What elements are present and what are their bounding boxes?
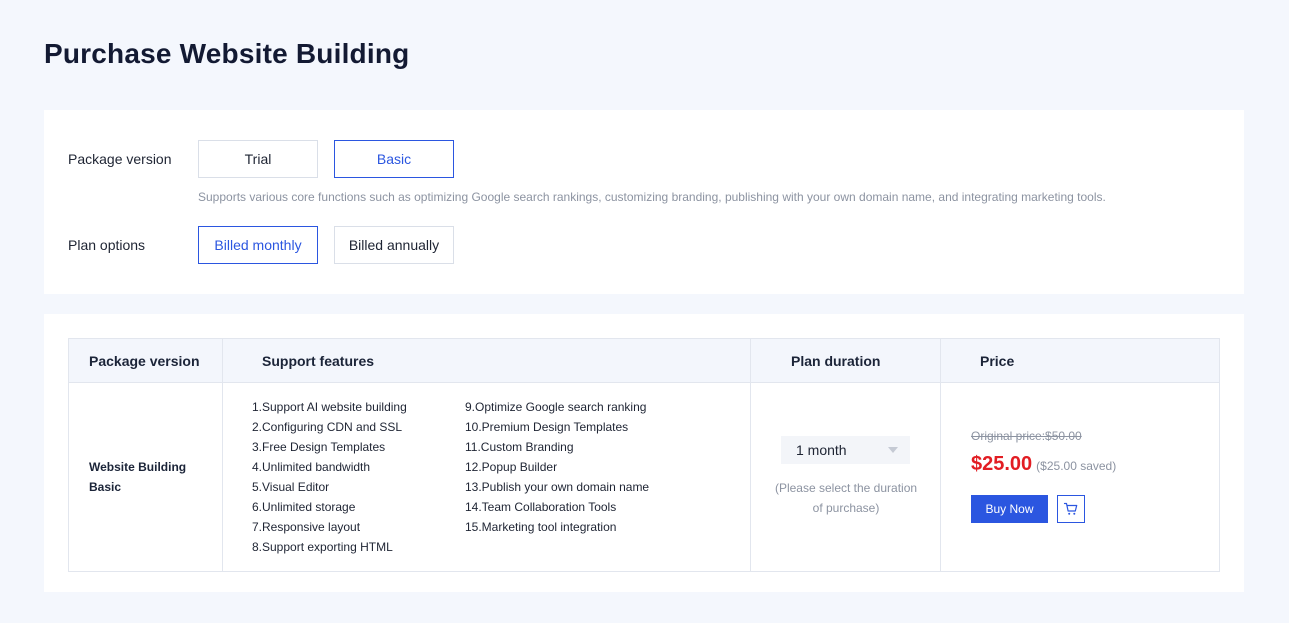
features-list-left: 1.Support AI website building 2.Configur… [252,397,407,557]
plan-options-label: Plan options [68,237,146,253]
saved-amount: ($25.00 saved) [1036,459,1117,473]
list-item: 10.Premium Design Templates [465,420,629,434]
add-to-cart-button[interactable] [1057,495,1085,523]
list-item: 12.Popup Builder [465,460,558,474]
list-item: 4.Unlimited bandwidth [252,460,371,474]
config-card: Package version Trial Basic Supports var… [44,110,1244,294]
header-price: Price [980,353,1015,369]
price-row: $25.00 ($25.00 saved) [971,453,1116,476]
column-divider [222,339,223,571]
buy-now-button[interactable]: Buy Now [971,495,1048,523]
list-item: 14.Team Collaboration Tools [465,500,617,514]
column-divider [750,339,751,571]
list-item: 7.Responsive layout [252,520,361,534]
header-support-features: Support features [262,353,375,369]
package-name: Website Building Basic [89,460,187,494]
duration-select[interactable]: 1 month [781,436,910,464]
list-item: 2.Configuring CDN and SSL [252,420,403,434]
chevron-down-icon [888,447,898,453]
original-price: Original price:$50.00 [971,429,1082,443]
features-list-right: 9.Optimize Google search ranking 10.Prem… [465,397,649,537]
list-item: 13.Publish your own domain name [465,480,650,494]
header-package-version: Package version [89,353,200,369]
list-item: 15.Marketing tool integration [465,520,617,534]
duration-hint: (Please select the duration of purchase) [774,481,918,515]
package-version-label: Package version [68,151,172,167]
list-item: 3.Free Design Templates [252,440,386,454]
list-item: 5.Visual Editor [252,480,330,494]
header-plan-duration: Plan duration [791,353,881,369]
cart-icon [1063,502,1078,515]
list-item: 1.Support AI website building [252,400,407,414]
list-item: 11.Custom Branding [465,440,574,454]
list-item: 8.Support exporting HTML [252,540,393,554]
duration-value: 1 month [796,442,847,458]
table-header: Package version Support features Plan du… [69,339,1219,383]
column-divider [940,339,941,571]
list-item: 9.Optimize Google search ranking [465,400,647,414]
plan-option-annually[interactable]: Billed annually [334,226,454,264]
current-price: $25.00 [971,453,1033,475]
package-description: Supports various core functions such as … [198,190,1106,204]
package-option-basic[interactable]: Basic [334,140,454,178]
plan-option-monthly[interactable]: Billed monthly [198,226,318,264]
package-table-card: Package version Support features Plan du… [44,314,1244,592]
package-option-trial[interactable]: Trial [198,140,318,178]
list-item: 6.Unlimited storage [252,500,356,514]
page-title: Purchase Website Building [44,38,410,69]
package-table: Package version Support features Plan du… [68,338,1220,572]
